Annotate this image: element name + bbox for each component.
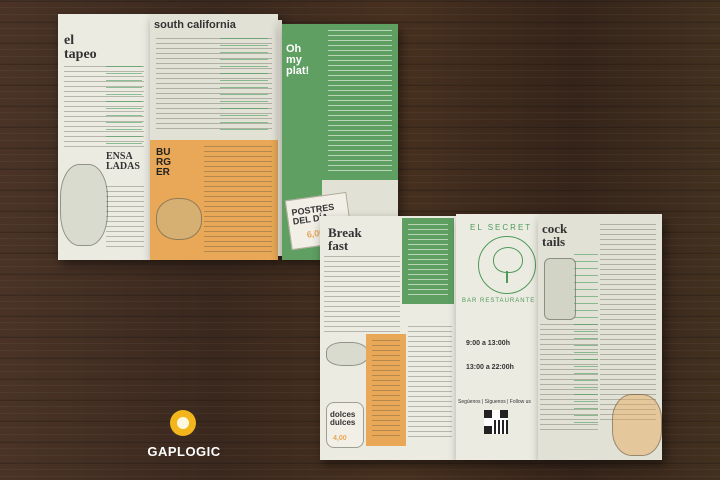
oh-my-plat-menu: [322, 24, 398, 180]
oh-my-plat-menu-list: [328, 30, 392, 174]
burger-title: BURGER: [156, 147, 171, 178]
brand-name-top: EL SECRET: [470, 223, 533, 232]
gaplogic-watermark: GAPLOGIC: [134, 408, 234, 470]
tapeo-price-list: [106, 66, 142, 150]
brochure-front-panel-right: cock tails: [538, 214, 662, 460]
cocktail-glass-illustration: [544, 258, 576, 320]
breakfast-drinks-list: [408, 224, 448, 298]
burger-illustration: [156, 198, 202, 240]
zumos-menu-list: [408, 326, 452, 440]
ensaladas-title: ENSA LADAS: [106, 151, 140, 172]
qr-code: [484, 410, 508, 434]
burger-section: BURGER: [150, 140, 278, 260]
cabbage-illustration: [60, 164, 108, 246]
ensaladas-menu-list: [106, 186, 144, 250]
south-california-title: south california: [154, 19, 236, 31]
el-secret-tree-logo: [478, 236, 536, 294]
dulces-price: 4,00: [333, 435, 347, 442]
brochure-back-panel-left: el tapeo: [58, 14, 150, 260]
cocktails-title: cock tails: [542, 221, 568, 249]
bocata-illustration: [326, 342, 368, 366]
social-follow-text: Segúenos | Síguenos | Follow us: [458, 399, 531, 405]
cocktails-price-list: [574, 254, 598, 424]
gaplogic-brand-name: GAPLOGIC: [147, 444, 221, 459]
breakfast-drinks-section: [402, 218, 454, 304]
burger-menu-list: [204, 146, 272, 254]
cocktails-menu-list-right: [600, 224, 656, 420]
south-california-price-list: [220, 38, 268, 130]
cocktail-drinks-illustration: [612, 394, 662, 456]
bocatas-menu-list: [372, 340, 400, 440]
el-tapeo-title: el tapeo: [64, 33, 97, 62]
dulces-sign: dolces dulces 4,00: [326, 402, 364, 448]
hours-morning: 9:00 a 13:00h: [466, 340, 510, 347]
breakfast-title: Break fast: [328, 225, 362, 253]
hours-evening: 13:00 a 22:00h: [466, 364, 514, 371]
breakfast-menu-list: [324, 256, 400, 332]
brochure-front-panel-left: Break fast dolces dulces 4,00: [320, 216, 456, 460]
dulces-title: dolces dulces: [330, 410, 356, 427]
oh-my-plat-title: Oh my plat!: [286, 43, 310, 77]
brand-name-bottom: BAR RESTAURANTE: [462, 298, 536, 304]
brochure-back-panel-middle: south california BURGER: [150, 14, 278, 260]
gaplogic-logo-icon: [170, 410, 196, 436]
bocatas-section: [366, 334, 406, 446]
